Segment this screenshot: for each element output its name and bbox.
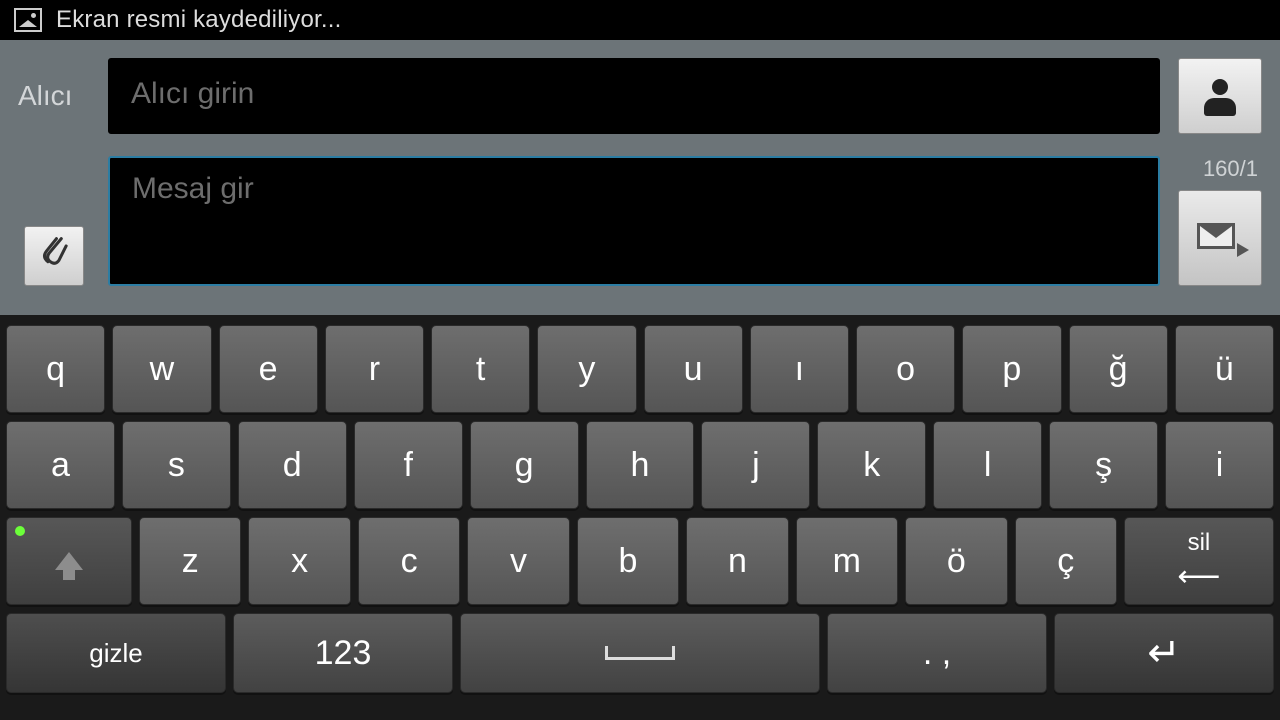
message-row: Mesaj gir 160/1 [18, 156, 1262, 286]
key-k[interactable]: k [817, 421, 926, 509]
char-counter: 160/1 [1178, 156, 1262, 182]
key-e[interactable]: e [219, 325, 318, 413]
keyboard-row-4: gizle 123 . , ↵ [6, 613, 1274, 693]
key-j[interactable]: j [701, 421, 810, 509]
keyboard-row-2: a s d f g h j k l ş i [6, 421, 1274, 509]
key-l[interactable]: l [933, 421, 1042, 509]
send-button[interactable] [1178, 190, 1262, 286]
key-y[interactable]: y [537, 325, 636, 413]
shift-indicator-icon [15, 526, 25, 536]
recipient-row: Alıcı Alıcı girin [18, 58, 1262, 134]
delete-label: sil [1188, 529, 1211, 557]
attach-column [18, 156, 90, 286]
key-x[interactable]: x [248, 517, 350, 605]
key-dotless-i[interactable]: ı [750, 325, 849, 413]
key-space[interactable] [460, 613, 820, 693]
key-delete[interactable]: sil ⟵ [1124, 517, 1274, 605]
key-n[interactable]: n [686, 517, 788, 605]
paperclip-icon [39, 235, 69, 277]
key-g[interactable]: g [470, 421, 579, 509]
key-t[interactable]: t [431, 325, 530, 413]
attach-button[interactable] [24, 226, 84, 286]
key-w[interactable]: w [112, 325, 211, 413]
send-column: 160/1 [1178, 156, 1262, 286]
backspace-icon: ⟵ [1177, 559, 1220, 594]
key-g-breve[interactable]: ğ [1069, 325, 1168, 413]
key-z[interactable]: z [139, 517, 241, 605]
contact-icon [1200, 76, 1240, 116]
key-shift[interactable] [6, 517, 132, 605]
status-bar: Ekran resmi kaydediliyor... [0, 0, 1280, 40]
keyboard-row-1: q w e r t y u ı o p ğ ü [6, 325, 1274, 413]
message-input[interactable]: Mesaj gir [108, 156, 1160, 286]
status-text: Ekran resmi kaydediliyor... [56, 6, 342, 34]
key-hide-keyboard[interactable]: gizle [6, 613, 226, 693]
key-d[interactable]: d [238, 421, 347, 509]
key-o[interactable]: o [856, 325, 955, 413]
key-m[interactable]: m [796, 517, 898, 605]
key-b[interactable]: b [577, 517, 679, 605]
keyboard: q w e r t y u ı o p ğ ü a s d f g h j k … [0, 315, 1280, 720]
space-icon [605, 646, 675, 660]
key-r[interactable]: r [325, 325, 424, 413]
key-enter[interactable]: ↵ [1054, 613, 1274, 693]
recipient-input[interactable]: Alıcı girin [108, 58, 1160, 134]
shift-arrow-icon [55, 552, 83, 570]
image-icon [14, 8, 42, 32]
contacts-button[interactable] [1178, 58, 1262, 134]
recipient-label: Alıcı [18, 58, 90, 134]
send-icon [1197, 223, 1243, 253]
compose-area: Alıcı Alıcı girin Mesaj gir 160/1 [0, 40, 1280, 315]
punct-label: . , [923, 634, 951, 673]
key-punctuation[interactable]: . , [827, 613, 1047, 693]
key-v[interactable]: v [467, 517, 569, 605]
key-p[interactable]: p [962, 325, 1061, 413]
key-h[interactable]: h [586, 421, 695, 509]
key-numeric[interactable]: 123 [233, 613, 453, 693]
key-c-cedilla[interactable]: ç [1015, 517, 1117, 605]
key-o-umlaut[interactable]: ö [905, 517, 1007, 605]
key-s[interactable]: s [122, 421, 231, 509]
key-i[interactable]: i [1165, 421, 1274, 509]
keyboard-row-3: z x c v b n m ö ç sil ⟵ [6, 517, 1274, 605]
hide-label: gizle [89, 638, 142, 669]
key-u-umlaut[interactable]: ü [1175, 325, 1274, 413]
key-a[interactable]: a [6, 421, 115, 509]
key-s-cedilla[interactable]: ş [1049, 421, 1158, 509]
enter-icon: ↵ [1147, 630, 1181, 676]
numeric-label: 123 [315, 634, 372, 673]
key-f[interactable]: f [354, 421, 463, 509]
key-q[interactable]: q [6, 325, 105, 413]
key-c[interactable]: c [358, 517, 460, 605]
key-u[interactable]: u [644, 325, 743, 413]
